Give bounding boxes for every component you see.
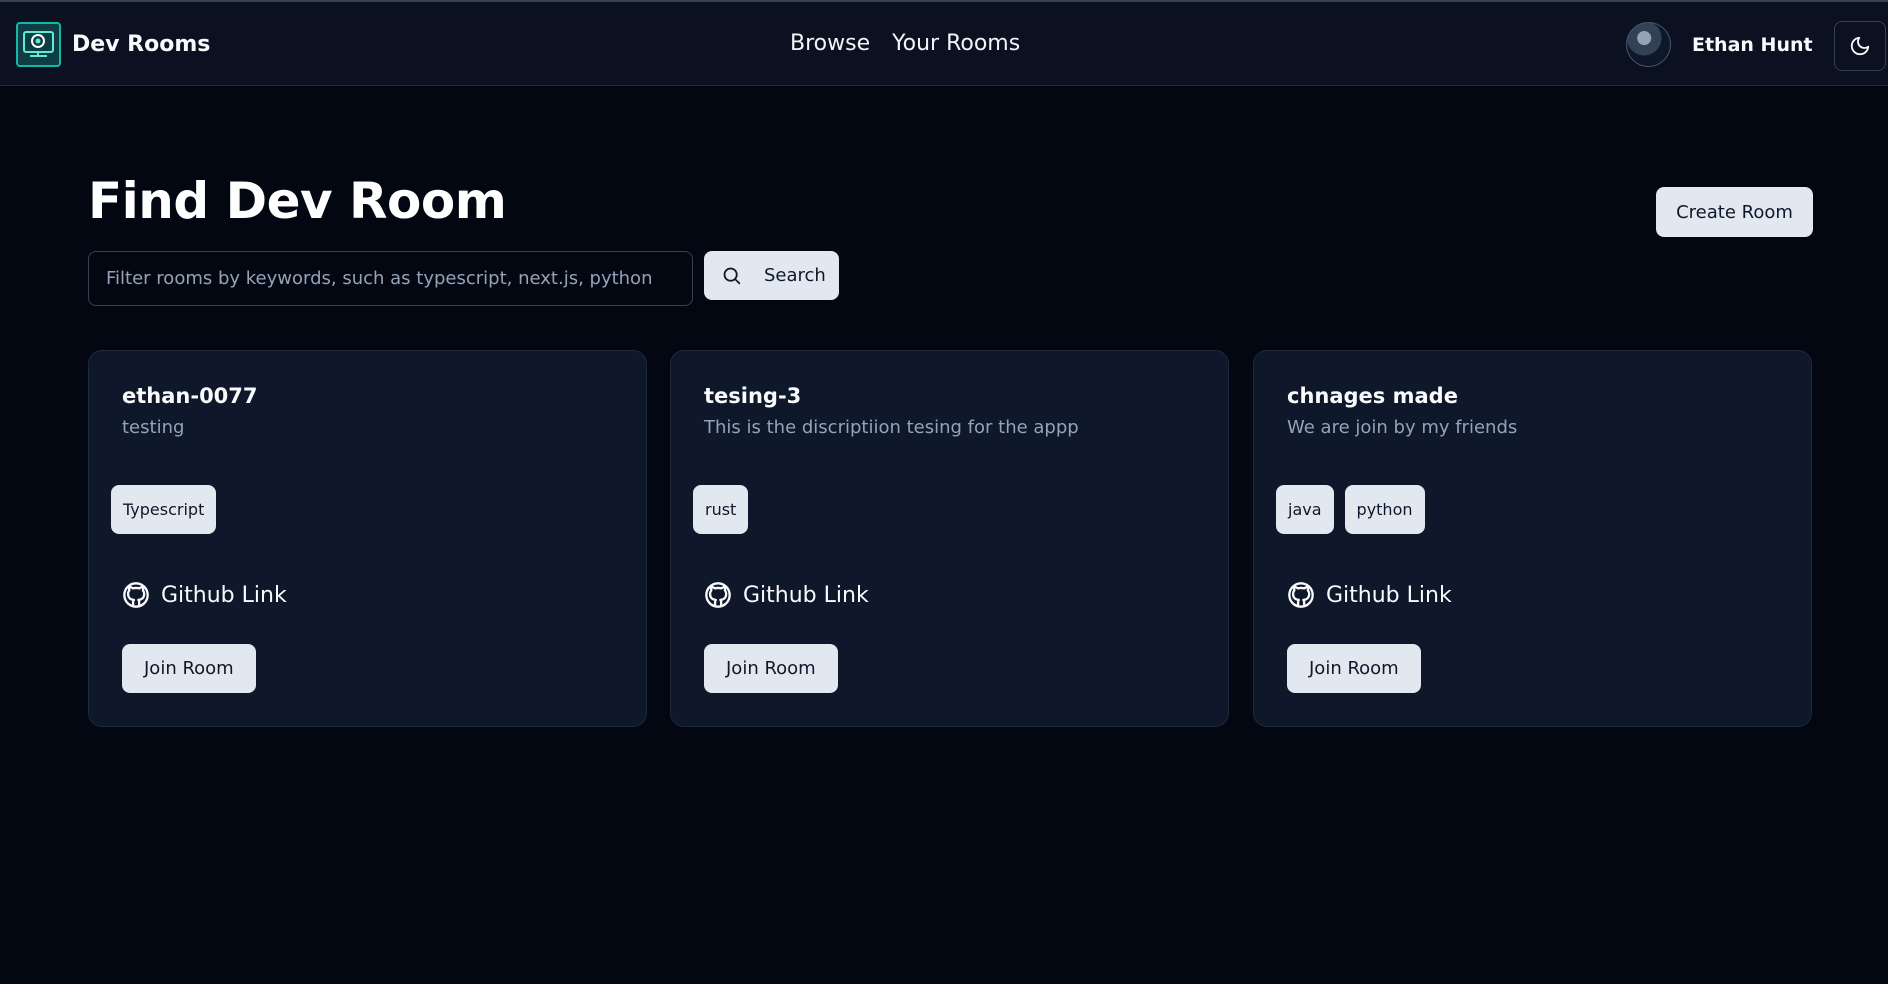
github-icon [123,582,149,608]
room-description: We are join by my friends [1287,417,1518,438]
github-link-label: Github Link [1326,582,1452,608]
github-link[interactable]: Github Link [1287,581,1452,609]
app-title: Dev Rooms [72,32,211,57]
search-button-label: Search [764,265,826,286]
moon-icon [1850,36,1870,56]
avatar[interactable] [1626,22,1671,67]
room-description: This is the discriptiion tesing for the … [704,417,1079,438]
room-tags: Typescript [111,485,217,534]
user-name[interactable]: Ethan Hunt [1692,34,1813,56]
room-tags: rust [693,485,749,534]
app-logo-icon [16,22,61,67]
room-card: chnages made We are join by my friends j… [1253,350,1812,727]
tag-badge[interactable]: rust [693,485,749,534]
join-room-button[interactable]: Join Room [704,644,838,693]
room-card: tesing-3 This is the discriptiion tesing… [670,350,1229,727]
tag-badge[interactable]: Typescript [111,485,217,534]
github-icon [705,582,731,608]
room-card: ethan-0077 testing Typescript Github Lin… [88,350,647,727]
top-nav-bar: Dev Rooms Browse Your Rooms Ethan Hunt [0,0,1888,86]
github-link-label: Github Link [743,582,869,608]
github-link[interactable]: Github Link [122,581,287,609]
brand[interactable]: Dev Rooms [16,22,210,67]
room-name: ethan-0077 [122,384,258,408]
tag-badge[interactable]: python [1344,485,1425,534]
room-tags: java python [1276,485,1425,534]
tag-badge[interactable]: java [1276,485,1334,534]
room-description: testing [122,417,185,438]
search-icon [723,267,741,285]
join-room-button[interactable]: Join Room [1287,644,1421,693]
github-link-label: Github Link [161,582,287,608]
join-room-button[interactable]: Join Room [122,644,256,693]
main-nav: Browse Your Rooms [790,31,1020,56]
room-name: chnages made [1287,384,1458,408]
github-link[interactable]: Github Link [704,581,869,609]
search-button[interactable]: Search [704,251,839,300]
nav-browse-link[interactable]: Browse [790,31,870,56]
theme-toggle-button[interactable] [1834,21,1886,71]
room-name: tesing-3 [704,384,802,408]
github-icon [1288,582,1314,608]
nav-your-rooms-link[interactable]: Your Rooms [892,31,1020,56]
page-title: Find Dev Room [88,172,507,230]
search-input[interactable] [88,251,693,306]
user-menu[interactable]: Ethan Hunt [1626,22,1813,67]
create-room-button[interactable]: Create Room [1656,187,1813,237]
